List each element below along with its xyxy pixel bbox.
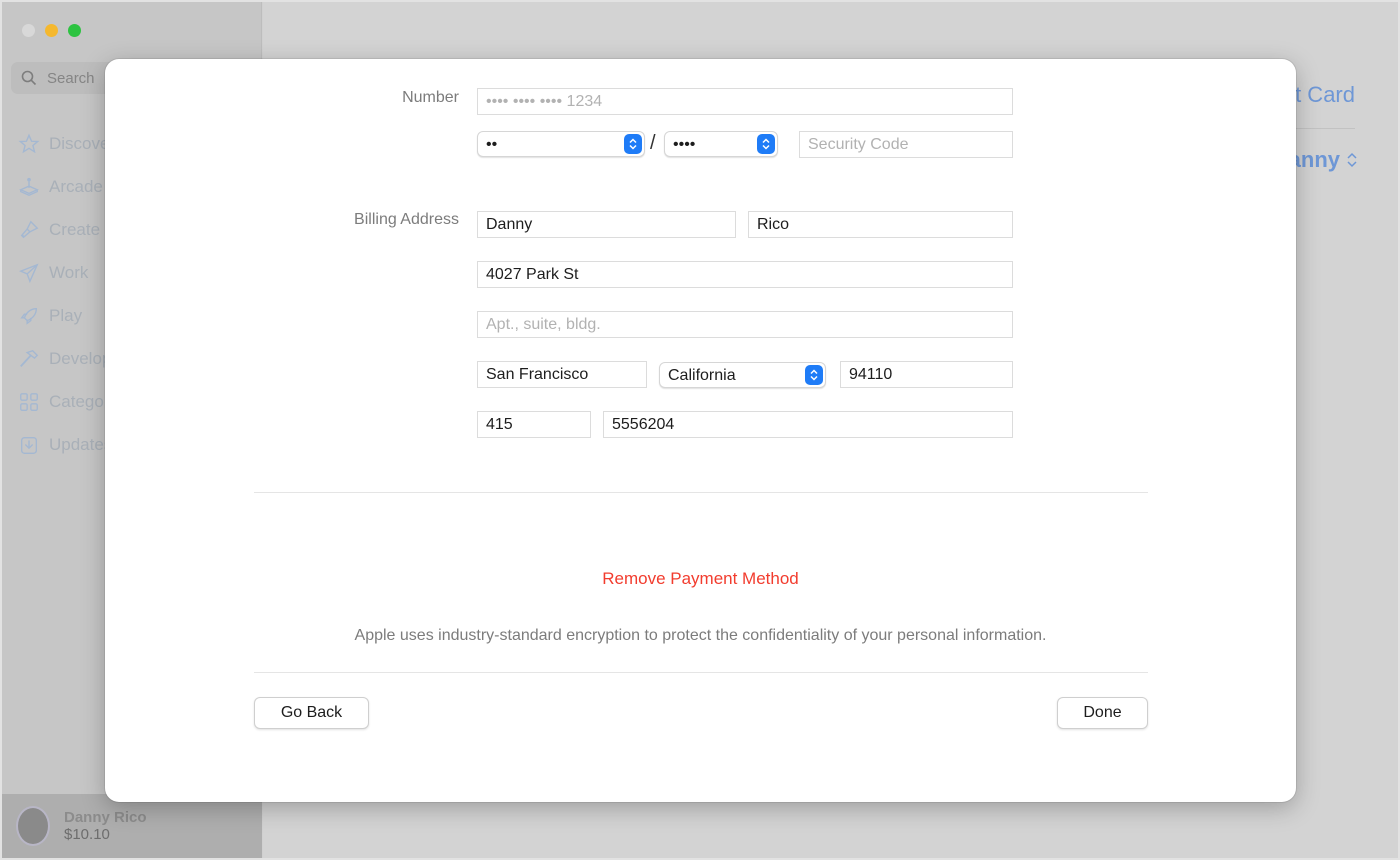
expiry-year-select[interactable]: •••• xyxy=(664,131,778,157)
hammer-icon xyxy=(20,349,39,367)
street-input[interactable] xyxy=(477,261,1013,288)
remove-payment-method-button[interactable]: Remove Payment Method xyxy=(105,569,1296,589)
encryption-notice: Apple uses industry-standard encryption … xyxy=(354,627,1047,644)
paperplane-icon xyxy=(18,263,39,283)
stepper-icon xyxy=(624,134,642,154)
user-name: Danny Rico xyxy=(64,809,147,826)
avatar xyxy=(16,806,50,846)
maximize-window-button[interactable] xyxy=(68,24,81,37)
user-balance: $10.10 xyxy=(64,826,110,843)
first-name-input[interactable] xyxy=(477,211,736,238)
number-label: Number xyxy=(402,89,459,106)
phone-input[interactable] xyxy=(603,411,1013,438)
chevron-up-down-icon xyxy=(1347,152,1357,168)
stepper-icon xyxy=(757,134,775,154)
city-input[interactable] xyxy=(477,361,647,388)
billing-address-label: Billing Address xyxy=(354,211,459,228)
background-account-selector: anny xyxy=(1289,147,1358,173)
traffic-lights xyxy=(22,24,81,37)
account-footer[interactable]: Danny Rico $10.10 xyxy=(2,794,262,858)
expiry-separator: / xyxy=(650,132,656,154)
footer-divider xyxy=(254,672,1148,673)
state-select[interactable]: California xyxy=(659,362,826,388)
search-icon xyxy=(21,70,37,86)
last-name-input[interactable] xyxy=(748,211,1013,238)
paintbrush-icon xyxy=(20,220,39,238)
go-back-button[interactable]: Go Back xyxy=(254,697,369,729)
grid-icon xyxy=(20,392,38,411)
expiry-month-select[interactable]: •• xyxy=(477,131,645,157)
star-icon xyxy=(18,133,40,153)
download-icon xyxy=(20,436,38,454)
card-number-input[interactable] xyxy=(477,88,1013,115)
joystick-icon xyxy=(19,177,39,196)
area-code-input[interactable] xyxy=(477,411,591,438)
section-divider xyxy=(254,492,1148,493)
rocket-icon xyxy=(20,307,38,325)
done-button[interactable]: Done xyxy=(1057,697,1148,729)
minimize-window-button[interactable] xyxy=(45,24,58,37)
security-code-input[interactable] xyxy=(799,131,1013,158)
background-page-title: t Card xyxy=(1295,82,1355,107)
stepper-icon xyxy=(805,365,823,385)
apt-input[interactable] xyxy=(477,311,1013,338)
edit-payment-sheet: Number •• / •••• Billing Address Califor… xyxy=(105,59,1296,802)
search-placeholder: Search xyxy=(47,69,95,87)
zip-input[interactable] xyxy=(840,361,1013,388)
close-window-button[interactable] xyxy=(22,24,35,37)
